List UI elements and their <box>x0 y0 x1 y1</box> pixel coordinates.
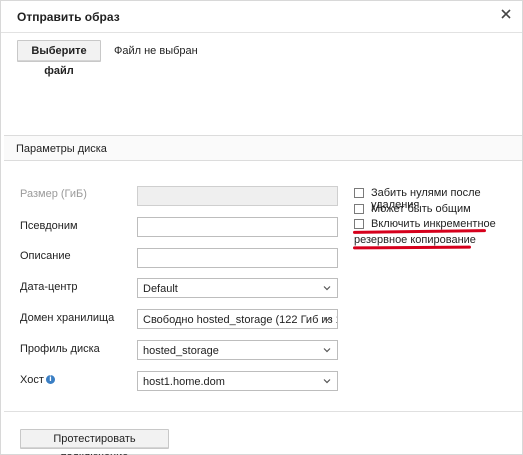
size-label: Размер (ГиБ) <box>20 188 87 200</box>
chevron-down-icon <box>323 317 331 322</box>
wipe-after-delete-checkbox[interactable] <box>354 188 364 198</box>
datacenter-value: Default <box>143 283 178 295</box>
chevron-down-icon <box>323 348 331 353</box>
disk-profile-value: hosted_storage <box>143 345 219 357</box>
upload-image-dialog: Отправить образ Выберите файл Файл не вы… <box>0 0 523 455</box>
storage-domain-label: Домен хранилища <box>20 312 115 324</box>
host-select[interactable]: host1.home.dom <box>137 371 338 391</box>
info-icon[interactable]: i <box>46 375 55 384</box>
datacenter-select[interactable]: Default <box>137 278 338 298</box>
annotation-underline-2 <box>352 245 472 250</box>
alias-input[interactable] <box>137 217 338 237</box>
test-connection-button[interactable]: Протестировать подключение <box>20 429 169 455</box>
host-label: Хост <box>20 374 44 386</box>
shareable-label: Может быть общим <box>371 203 471 215</box>
footer-divider <box>4 411 522 412</box>
choose-file-button[interactable]: Выберите файл <box>17 40 101 77</box>
storage-domain-value: Свободно hosted_storage (122 Гиб из 16 <box>143 314 338 326</box>
alias-label: Псевдоним <box>20 220 78 232</box>
shareable-checkbox[interactable] <box>354 204 364 214</box>
storage-domain-select[interactable]: Свободно hosted_storage (122 Гиб из 16 <box>137 309 338 329</box>
incremental-backup-label-line2: резервное копирование <box>354 234 476 246</box>
chevron-down-icon <box>323 286 331 291</box>
incremental-backup-checkbox[interactable] <box>354 219 364 229</box>
disk-params-section-header: Параметры диска <box>4 135 522 161</box>
dialog-title: Отправить образ <box>17 10 120 24</box>
datacenter-label: Дата-центр <box>20 281 78 293</box>
no-file-text: Файл не выбран <box>114 45 198 57</box>
description-input[interactable] <box>137 248 338 268</box>
chevron-down-icon <box>323 379 331 384</box>
section-title: Параметры диска <box>16 143 107 155</box>
disk-profile-select[interactable]: hosted_storage <box>137 340 338 360</box>
disk-profile-label: Профиль диска <box>20 343 100 355</box>
size-input <box>137 186 338 206</box>
description-label: Описание <box>20 250 71 262</box>
host-value: host1.home.dom <box>143 376 225 388</box>
close-icon[interactable] <box>498 6 514 22</box>
dialog-header: Отправить образ <box>1 1 522 33</box>
